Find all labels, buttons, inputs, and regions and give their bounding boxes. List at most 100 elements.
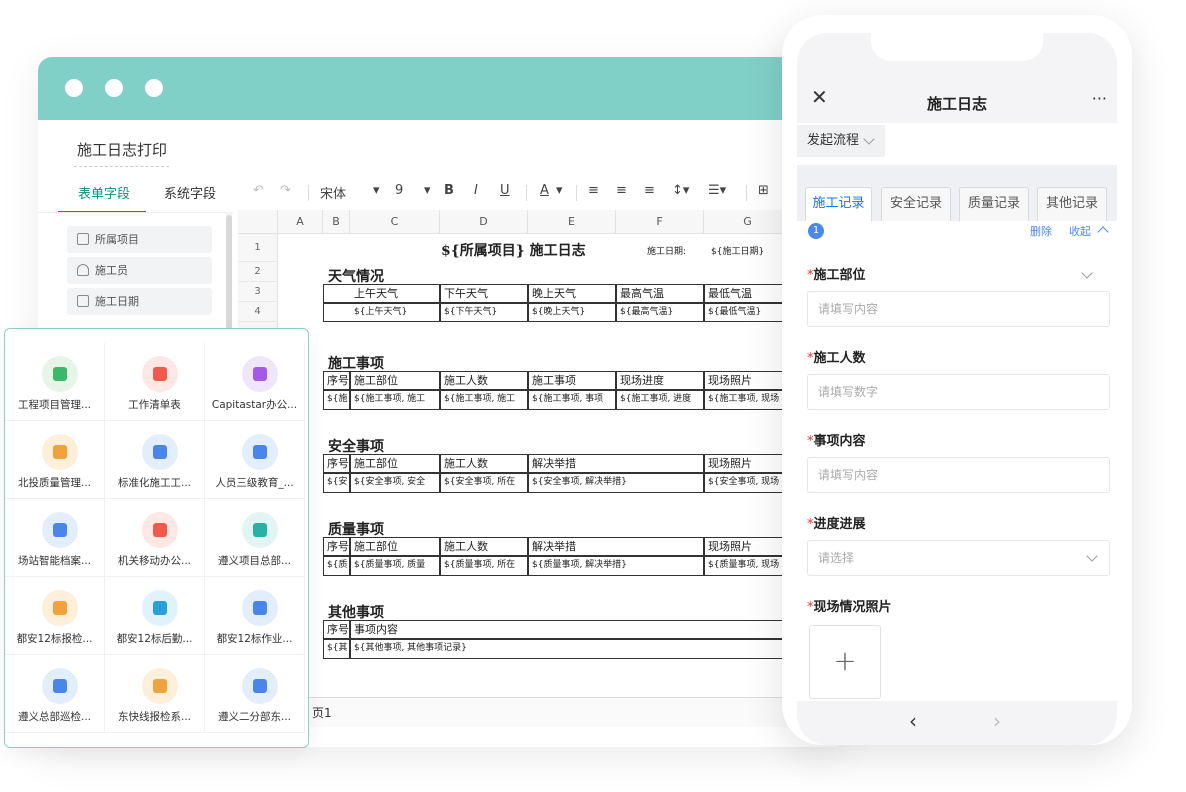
safety-col[interactable]: 施工人数: [440, 454, 528, 473]
chevron-up-icon[interactable]: [1097, 226, 1109, 238]
safety-val[interactable]: ${安全事项, 安全: [350, 473, 440, 493]
tab-system-fields[interactable]: 系统字段: [164, 183, 216, 202]
chevron-down-icon[interactable]: ▾: [556, 183, 563, 198]
construction-col[interactable]: 施工部位: [350, 371, 440, 390]
app-tile[interactable]: 机关移动办公...: [105, 499, 205, 577]
content-input[interactable]: 请填写内容: [807, 457, 1110, 493]
weather-val[interactable]: ${最低气温}: [704, 303, 792, 322]
document-title[interactable]: 施工日志打印: [77, 139, 167, 160]
weather-col[interactable]: 最高气温: [616, 284, 704, 303]
quality-col[interactable]: 施工人数: [440, 537, 528, 556]
window-dot-1[interactable]: [65, 79, 83, 97]
location-input[interactable]: 请填写内容: [807, 291, 1110, 327]
safety-col[interactable]: 现场照片: [704, 454, 792, 473]
weather-col[interactable]: 晚上天气: [528, 284, 616, 303]
section-header-safety[interactable]: 安全事项: [325, 436, 445, 456]
delete-link[interactable]: 删除: [1030, 223, 1052, 239]
app-tile[interactable]: 东快线报检系...: [105, 655, 205, 733]
quality-col[interactable]: 现场照片: [704, 537, 792, 556]
field-item-worker[interactable]: 施工员: [67, 257, 212, 284]
section-header-construction[interactable]: 施工事项: [325, 353, 445, 373]
construction-col[interactable]: 施工人数: [440, 371, 528, 390]
safety-val[interactable]: ${安: [323, 473, 350, 493]
quality-val[interactable]: ${质量事项, 现场: [704, 556, 792, 576]
other-val[interactable]: ${其: [323, 639, 350, 659]
line-spacing-icon[interactable]: ☰▾: [708, 183, 726, 198]
weather-col[interactable]: 最低气温: [704, 284, 792, 303]
safety-val[interactable]: ${安全事项, 现场: [704, 473, 792, 493]
redo-icon[interactable]: ↷: [280, 183, 291, 198]
safety-col[interactable]: 解决举措: [528, 454, 704, 473]
photo-upload-button[interactable]: +: [809, 625, 881, 699]
weather-val[interactable]: ${最高气温}: [616, 303, 704, 322]
more-icon[interactable]: ···: [1092, 89, 1107, 108]
app-tile[interactable]: 人员三级教育_...: [205, 421, 305, 499]
column-header[interactable]: A: [278, 210, 323, 234]
date-value[interactable]: ${施工日期}: [708, 244, 792, 257]
app-tile[interactable]: 标准化施工工...: [105, 421, 205, 499]
app-tile[interactable]: 遵义总部巡检...: [5, 655, 105, 733]
column-header[interactable]: D: [440, 210, 528, 234]
scrollbar-thumb[interactable]: [226, 215, 232, 335]
other-col[interactable]: 事项内容: [350, 620, 838, 639]
weather-col[interactable]: 下午天气: [440, 284, 528, 303]
app-tile[interactable]: Capitastar办公...: [205, 343, 305, 421]
quality-col[interactable]: 施工部位: [350, 537, 440, 556]
italic-button[interactable]: I: [474, 183, 478, 198]
quality-val[interactable]: ${质量事项, 质量: [350, 556, 440, 576]
row-header[interactable]: 2: [238, 262, 278, 282]
weather-val[interactable]: ${晚上天气}: [528, 303, 616, 322]
construction-col[interactable]: 现场照片: [704, 371, 792, 390]
tab-other-record[interactable]: 其他记录: [1037, 187, 1107, 221]
font-size-select[interactable]: 9: [395, 183, 403, 198]
align-right-icon[interactable]: ≡: [644, 183, 655, 198]
sheet-tab[interactable]: 页1: [312, 704, 332, 721]
construction-val[interactable]: ${施工事项, 施工: [350, 390, 440, 410]
app-tile[interactable]: 工程项目管理...: [5, 343, 105, 421]
start-flow-button[interactable]: 发起流程: [797, 125, 885, 157]
safety-col[interactable]: 施工部位: [350, 454, 440, 473]
quality-val[interactable]: ${质量事项, 所在: [440, 556, 528, 576]
bold-button[interactable]: B: [444, 183, 454, 198]
app-tile[interactable]: 都安12标后勤...: [105, 577, 205, 655]
column-header[interactable]: C: [350, 210, 440, 234]
tab-form-fields[interactable]: 表单字段: [78, 183, 130, 202]
column-header[interactable]: F: [616, 210, 704, 234]
collapse-link[interactable]: 收起: [1069, 223, 1091, 239]
row-header[interactable]: 3: [238, 282, 278, 302]
app-tile[interactable]: 工作清单表: [105, 343, 205, 421]
column-header[interactable]: E: [528, 210, 616, 234]
app-tile[interactable]: 北投质量管理...: [5, 421, 105, 499]
progress-select[interactable]: 请选择: [807, 540, 1110, 576]
safety-val[interactable]: ${安全事项, 所在: [440, 473, 528, 493]
chevron-down-icon[interactable]: [1081, 267, 1093, 279]
section-header-other[interactable]: 其他事项: [325, 602, 445, 622]
field-item-project[interactable]: 所属项目: [67, 226, 212, 253]
construction-val[interactable]: ${施工事项, 现场: [704, 390, 792, 410]
vertical-align-icon[interactable]: ↕▾: [672, 183, 689, 198]
quality-val[interactable]: ${质: [323, 556, 350, 576]
font-color-button[interactable]: A: [540, 183, 549, 198]
undo-icon[interactable]: ↶: [253, 183, 264, 198]
chevron-down-icon[interactable]: ▾: [373, 183, 380, 198]
safety-val[interactable]: ${安全事项, 解决举措}: [528, 473, 704, 493]
align-center-icon[interactable]: ≡: [616, 183, 627, 198]
border-icon[interactable]: ⊞: [758, 183, 769, 198]
app-tile[interactable]: 场站智能档案...: [5, 499, 105, 577]
date-label[interactable]: 施工日期:: [644, 244, 708, 257]
other-col[interactable]: 序号: [323, 620, 350, 639]
app-tile[interactable]: 遵义项目总部...: [205, 499, 305, 577]
construction-col[interactable]: 序号: [323, 371, 350, 390]
font-family-select[interactable]: 宋体: [320, 183, 346, 202]
underline-button[interactable]: U: [500, 183, 510, 198]
construction-col[interactable]: 施工事项: [528, 371, 616, 390]
construction-val[interactable]: ${施工事项, 施工: [440, 390, 528, 410]
quality-val[interactable]: ${质量事项, 解决举措}: [528, 556, 704, 576]
weather-col[interactable]: 上午天气: [323, 284, 440, 303]
other-val[interactable]: ${其他事项, 其他事项记录}: [350, 639, 838, 659]
quality-col[interactable]: 解决举措: [528, 537, 704, 556]
app-tile[interactable]: 遵义二分部东...: [205, 655, 305, 733]
quality-col[interactable]: 序号: [323, 537, 350, 556]
construction-val[interactable]: ${施: [323, 390, 350, 410]
align-left-icon[interactable]: ≡: [588, 183, 599, 198]
